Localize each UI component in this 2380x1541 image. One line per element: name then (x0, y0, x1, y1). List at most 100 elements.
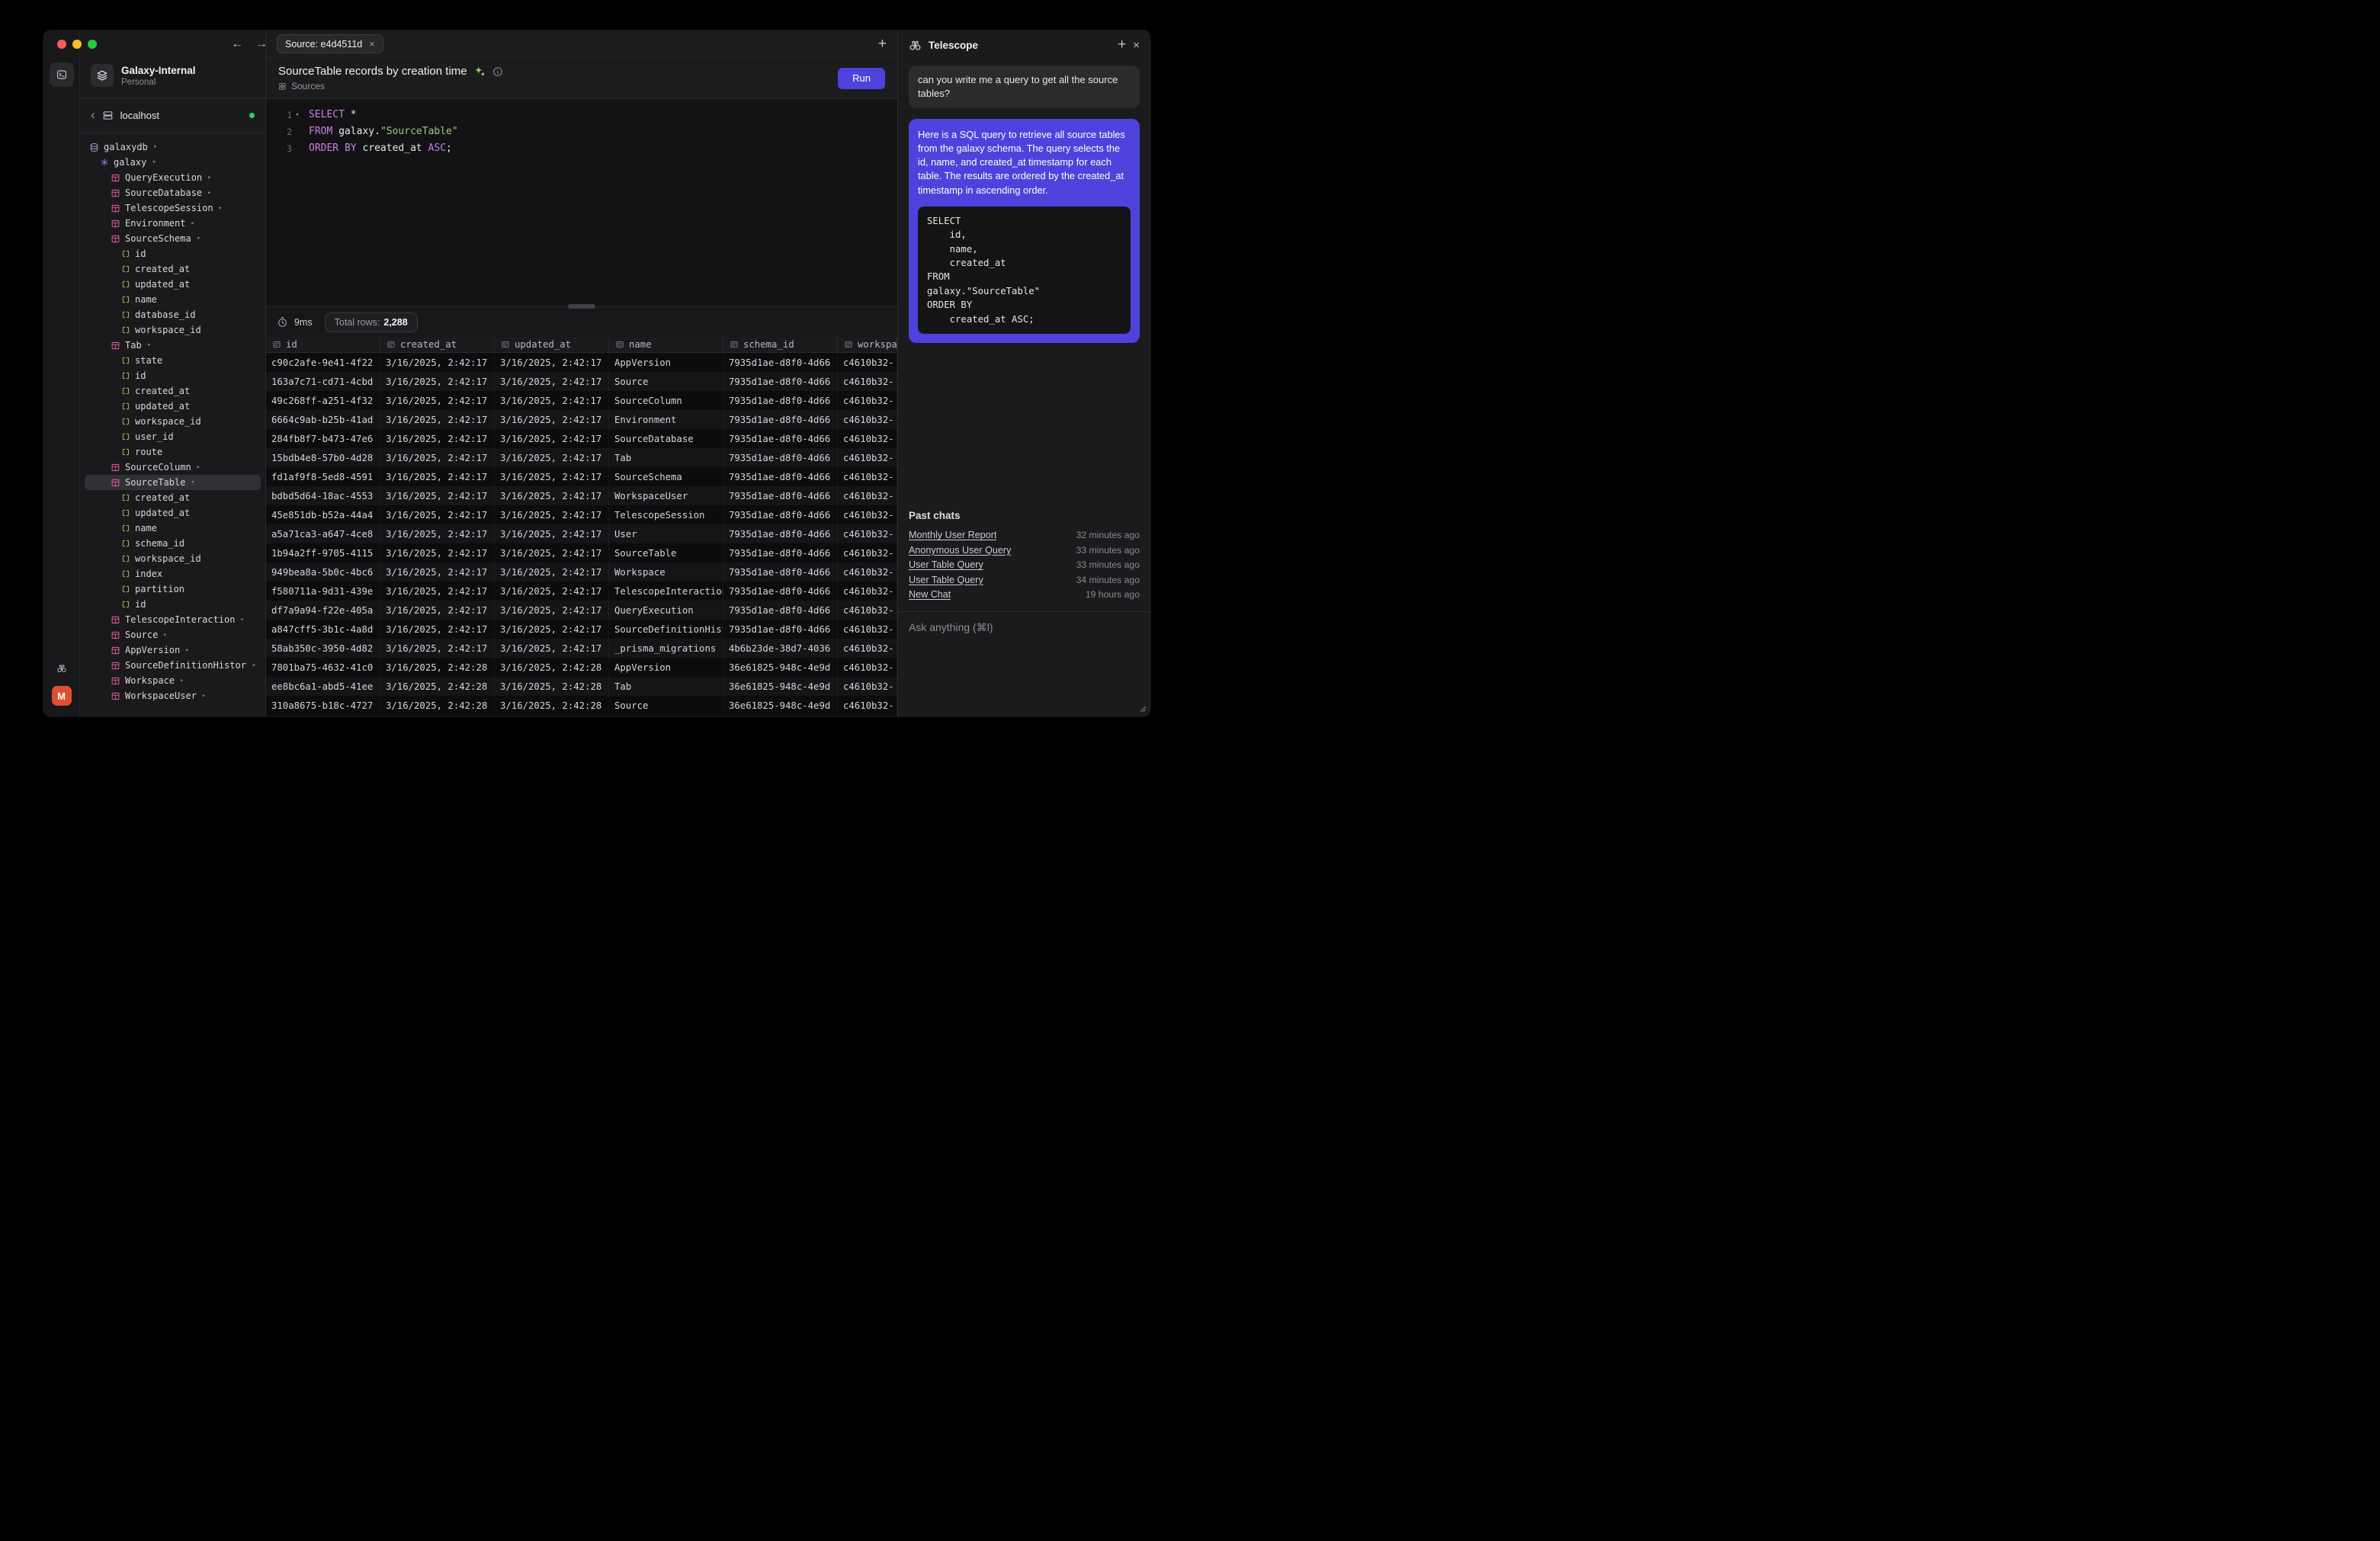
info-icon[interactable] (492, 66, 503, 77)
tree-item-name[interactable]: name (85, 521, 261, 536)
past-chat-link[interactable]: User Table Query (909, 559, 983, 570)
tree-item-workspace_id[interactable]: workspace_id (85, 414, 261, 429)
tree-item-galaxydb[interactable]: galaxydb▾ (85, 139, 261, 155)
tree-item-name[interactable]: name (85, 292, 261, 307)
zoom-window-button[interactable] (88, 40, 97, 49)
user-avatar[interactable]: M (52, 686, 72, 706)
tree-item-workspace_id[interactable]: workspace_id (85, 551, 261, 566)
close-panel-button[interactable]: × (1133, 39, 1140, 52)
tree-item-TelescopeSession[interactable]: TelescopeSession▸ (85, 200, 261, 216)
queries-nav-button[interactable] (50, 62, 74, 87)
tree-item-user_id[interactable]: user_id (85, 429, 261, 444)
tree-item-created_at[interactable]: created_at (85, 490, 261, 505)
telescope-toggle-icon[interactable] (56, 663, 67, 674)
tree-item-Workspace[interactable]: Workspace▸ (85, 673, 261, 688)
tree-item-created_at[interactable]: created_at (85, 383, 261, 399)
tree-item-workspace_id[interactable]: workspace_id (85, 322, 261, 338)
sql-editor[interactable]: 1▾23 SELECT *FROM galaxy."SourceTable"OR… (266, 99, 897, 306)
table-row[interactable]: 310a8675-b18c-47273/16/2025, 2:42:283/16… (266, 696, 897, 715)
resize-grip-icon[interactable] (1137, 703, 1147, 713)
tree-item-SourceDefinitionHistory[interactable]: SourceDefinitionHistory▸ (85, 658, 261, 673)
column-header-workspace_id[interactable]: workspace_id (838, 337, 897, 352)
tree-item-SourceDatabase[interactable]: SourceDatabase▸ (85, 185, 261, 200)
tree-item-SourceColumn[interactable]: SourceColumn▸ (85, 460, 261, 475)
tree-item-Tab[interactable]: Tab▾ (85, 338, 261, 353)
new-chat-button[interactable]: + (1118, 37, 1126, 53)
tree-item-Environment[interactable]: Environment▸ (85, 216, 261, 231)
table-cell: 3/16/2025, 2:42:28 (380, 677, 495, 696)
table-row[interactable]: 15bdb4e8-57b0-4d283/16/2025, 2:42:173/16… (266, 448, 897, 467)
tab-source[interactable]: Source: e4d4511d × (277, 34, 383, 53)
tree-item-index[interactable]: index (85, 566, 261, 581)
chat-input[interactable] (909, 621, 1140, 707)
column-header-id[interactable]: id (266, 337, 380, 352)
table-row[interactable]: 7801ba75-4632-41c03/16/2025, 2:42:283/16… (266, 658, 897, 677)
table-cell: 49c268ff-a251-4f32 (266, 391, 380, 410)
connection-row[interactable]: ‹ localhost (80, 98, 265, 133)
column-header-name[interactable]: name (609, 337, 723, 352)
table-row[interactable]: 284fb8f7-b473-47e63/16/2025, 2:42:173/16… (266, 429, 897, 448)
close-window-button[interactable] (57, 40, 66, 49)
table-row[interactable]: c90c2afe-9e41-4f223/16/2025, 2:42:173/16… (266, 353, 897, 372)
tree-item-state[interactable]: state (85, 353, 261, 368)
tree-item-updated_at[interactable]: updated_at (85, 399, 261, 414)
past-chat-link[interactable]: New Chat (909, 589, 951, 600)
nav-back-button[interactable]: ← (231, 37, 243, 51)
table-row[interactable]: df7a9a94-f22e-405a3/16/2025, 2:42:173/16… (266, 601, 897, 620)
run-button[interactable]: Run (838, 68, 885, 89)
tree-item-TelescopeInteraction[interactable]: TelescopeInteraction▸ (85, 612, 261, 627)
past-chat-item: New Chat19 hours ago (909, 588, 1140, 603)
past-chat-link[interactable]: Anonymous User Query (909, 545, 1011, 556)
tree-item-database_id[interactable]: database_id (85, 307, 261, 322)
tree-item-schema_id[interactable]: schema_id (85, 536, 261, 551)
tree-item-route[interactable]: route (85, 444, 261, 460)
table-row[interactable]: 49c268ff-a251-4f323/16/2025, 2:42:173/16… (266, 391, 897, 410)
table-row[interactable]: 949bea8a-5b0c-4bc63/16/2025, 2:42:173/16… (266, 562, 897, 581)
tree-item-SourceSchema[interactable]: SourceSchema▾ (85, 231, 261, 246)
tree-item-id[interactable]: id (85, 368, 261, 383)
tree-item-Source[interactable]: Source▸ (85, 627, 261, 642)
tree-item-id[interactable]: id (85, 597, 261, 612)
tree-item-label: id (135, 370, 146, 381)
table-row[interactable]: f580711a-9d31-439e3/16/2025, 2:42:173/16… (266, 581, 897, 601)
column-header-updated_at[interactable]: updated_at (495, 337, 609, 352)
workspace-header[interactable]: Galaxy-Internal Personal (80, 59, 265, 98)
editor-code[interactable]: SELECT *FROM galaxy."SourceTable"ORDER B… (303, 107, 897, 306)
table-row[interactable]: 163a7c71-cd71-4cbd3/16/2025, 2:42:173/16… (266, 372, 897, 391)
fold-icon[interactable]: ▾ (292, 111, 303, 119)
tree-item-id[interactable]: id (85, 246, 261, 261)
table-row[interactable]: a847cff5-3b1c-4a8d3/16/2025, 2:42:173/16… (266, 620, 897, 639)
table-row[interactable]: fd1af9f8-5ed8-45913/16/2025, 2:42:173/16… (266, 467, 897, 486)
sparkle-icon[interactable] (474, 66, 486, 77)
tree-item-updated_at[interactable]: updated_at (85, 505, 261, 521)
table-row[interactable]: 6664c9ab-b25b-41ad3/16/2025, 2:42:173/16… (266, 410, 897, 429)
tree-item-AppVersion[interactable]: AppVersion▸ (85, 642, 261, 658)
column-header-created_at[interactable]: created_at (380, 337, 495, 352)
past-chat-link[interactable]: Monthly User Report (909, 530, 996, 540)
tree-item-partition[interactable]: partition (85, 581, 261, 597)
table-row[interactable]: a5a71ca3-a647-4ce83/16/2025, 2:42:173/16… (266, 524, 897, 543)
tree-item-created_at[interactable]: created_at (85, 261, 261, 277)
table-row[interactable]: bdbd5d64-18ac-45533/16/2025, 2:42:173/16… (266, 486, 897, 505)
table-row[interactable]: ee8bc6a1-abd5-41ee3/16/2025, 2:42:283/16… (266, 677, 897, 696)
table-cell: c4610b32- (838, 429, 897, 448)
table-row[interactable]: 1b94a2ff-9705-41153/16/2025, 2:42:173/16… (266, 543, 897, 562)
tab-close-icon[interactable]: × (369, 38, 375, 50)
table-cell: 3/16/2025, 2:42:17 (495, 639, 609, 658)
tree-item-SourceTable[interactable]: SourceTable▾ (85, 475, 261, 490)
minimize-window-button[interactable] (72, 40, 82, 49)
column-icon (121, 280, 130, 289)
column-icon (121, 585, 130, 594)
tree-item-galaxy[interactable]: galaxy▾ (85, 155, 261, 170)
column-header-schema_id[interactable]: schema_id (723, 337, 838, 352)
tree-item-WorkspaceUser[interactable]: WorkspaceUser▸ (85, 688, 261, 703)
nav-forward-button[interactable]: → (255, 37, 268, 51)
past-chat-link[interactable]: User Table Query (909, 575, 983, 585)
table-row[interactable]: 45e851db-b52a-44a43/16/2025, 2:42:173/16… (266, 505, 897, 524)
split-drag-handle[interactable] (568, 304, 595, 309)
tree-item-QueryExecution[interactable]: QueryExecution▸ (85, 170, 261, 185)
tree-item-updated_at[interactable]: updated_at (85, 277, 261, 292)
new-tab-button[interactable]: + (878, 36, 887, 53)
table-icon (111, 661, 120, 671)
table-row[interactable]: 58ab350c-3950-4d823/16/2025, 2:42:173/16… (266, 639, 897, 658)
